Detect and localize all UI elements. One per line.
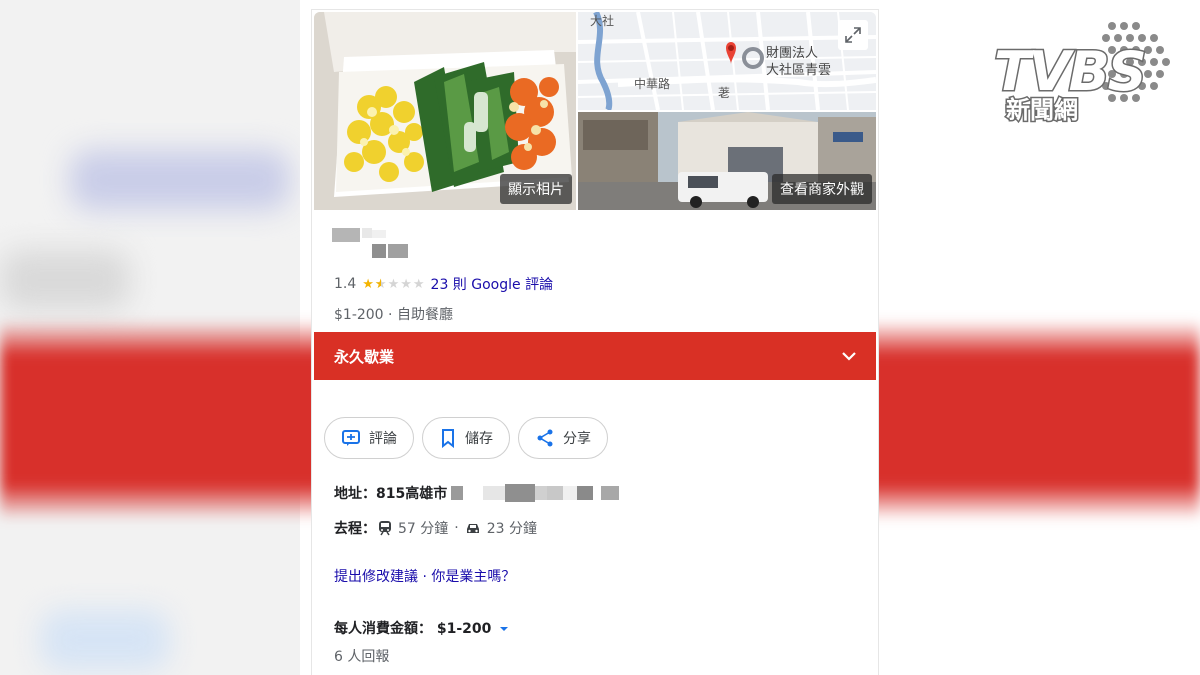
star-icon: ★ [362, 276, 374, 292]
travel-row: 去程： 57 分鐘 · 23 分鐘 [334, 518, 537, 538]
show-photos-label[interactable]: 顯示相片 [500, 174, 572, 204]
travel-separator: · [454, 520, 459, 536]
share-button-label: 分享 [563, 431, 591, 447]
place-panel: 顯示相片 中華路 財團法人 大社區青雲 大社 荖 查看商家外觀 1.4 ★ ★ … [312, 10, 878, 675]
tvbs-logo: TVBS 新聞網 [992, 18, 1182, 128]
address-censored [451, 484, 620, 502]
review-button-label: 評論 [369, 431, 397, 447]
address-label: 地址： [334, 486, 376, 502]
street-view-thumbnail[interactable]: 查看商家外觀 [578, 112, 876, 210]
transit-time[interactable]: 57 分鐘 [398, 518, 448, 538]
chevron-down-icon [842, 352, 856, 361]
spend-value[interactable]: $1-200 [437, 621, 492, 637]
place-title-censored [332, 228, 408, 258]
street-view-label[interactable]: 查看商家外觀 [772, 174, 872, 204]
address-row: 地址： 815高雄市 [334, 483, 620, 503]
map-label-district: 大社 [590, 14, 615, 28]
photo-strip: 顯示相片 中華路 財團法人 大社區青雲 大社 荖 查看商家外觀 [312, 10, 878, 210]
map-label-road: 中華路 [634, 77, 671, 91]
spend-reports: 6 人回報 [334, 649, 390, 665]
closed-status-bar[interactable]: 永久歇業 [314, 332, 876, 380]
share-button[interactable]: 分享 [518, 417, 608, 459]
car-icon [466, 524, 479, 533]
review-icon [342, 430, 360, 446]
caret-down-icon[interactable] [499, 625, 509, 633]
food-photo[interactable]: 顯示相片 [314, 12, 576, 210]
train-icon [379, 521, 391, 536]
review-button[interactable]: 評論 [324, 417, 414, 459]
expand-icon [845, 27, 861, 43]
spend-label: 每人消費金額： [334, 621, 432, 637]
map-label-poi-2: 大社區青雲 [766, 63, 832, 78]
map-thumbnail[interactable]: 中華路 財團法人 大社區青雲 大社 荖 [578, 12, 876, 110]
star-empty-icon: ★ [400, 276, 412, 292]
reviews-link[interactable]: 23 則 Google 評論 [431, 274, 554, 294]
rating-value: 1.4 [334, 276, 357, 292]
logo-subtitle: 新聞網 [1005, 95, 1080, 126]
drive-time[interactable]: 23 分鐘 [487, 518, 537, 538]
suggest-edit-link[interactable]: 提出修改建議 · 你是業主嗎？ [334, 566, 515, 586]
star-half-icon: ★★ [374, 276, 387, 292]
star-empty-icon: ★ [387, 276, 400, 292]
rating-stars: ★ ★★ ★ ★ ★ [362, 277, 424, 292]
expand-map-button[interactable] [838, 20, 868, 50]
rating-row: 1.4 ★ ★★ ★ ★ ★ 23 則 Google 評論 [334, 274, 553, 294]
save-button[interactable]: 儲存 [422, 417, 510, 459]
star-empty-icon: ★ [412, 276, 425, 292]
travel-label: 去程： [334, 521, 376, 537]
share-icon [537, 429, 553, 447]
map-label-lao: 荖 [718, 86, 731, 100]
address-value[interactable]: 815高雄市 [376, 483, 447, 503]
closed-status-label: 永久歇業 [334, 347, 395, 366]
save-button-label: 儲存 [465, 431, 493, 447]
price-category: $1-200 · 自助餐廳 [334, 307, 453, 323]
bookmark-icon [442, 429, 454, 448]
action-buttons: 評論 儲存 分享 [324, 417, 608, 459]
spend-row: 每人消費金額： $1-200 [334, 618, 509, 638]
